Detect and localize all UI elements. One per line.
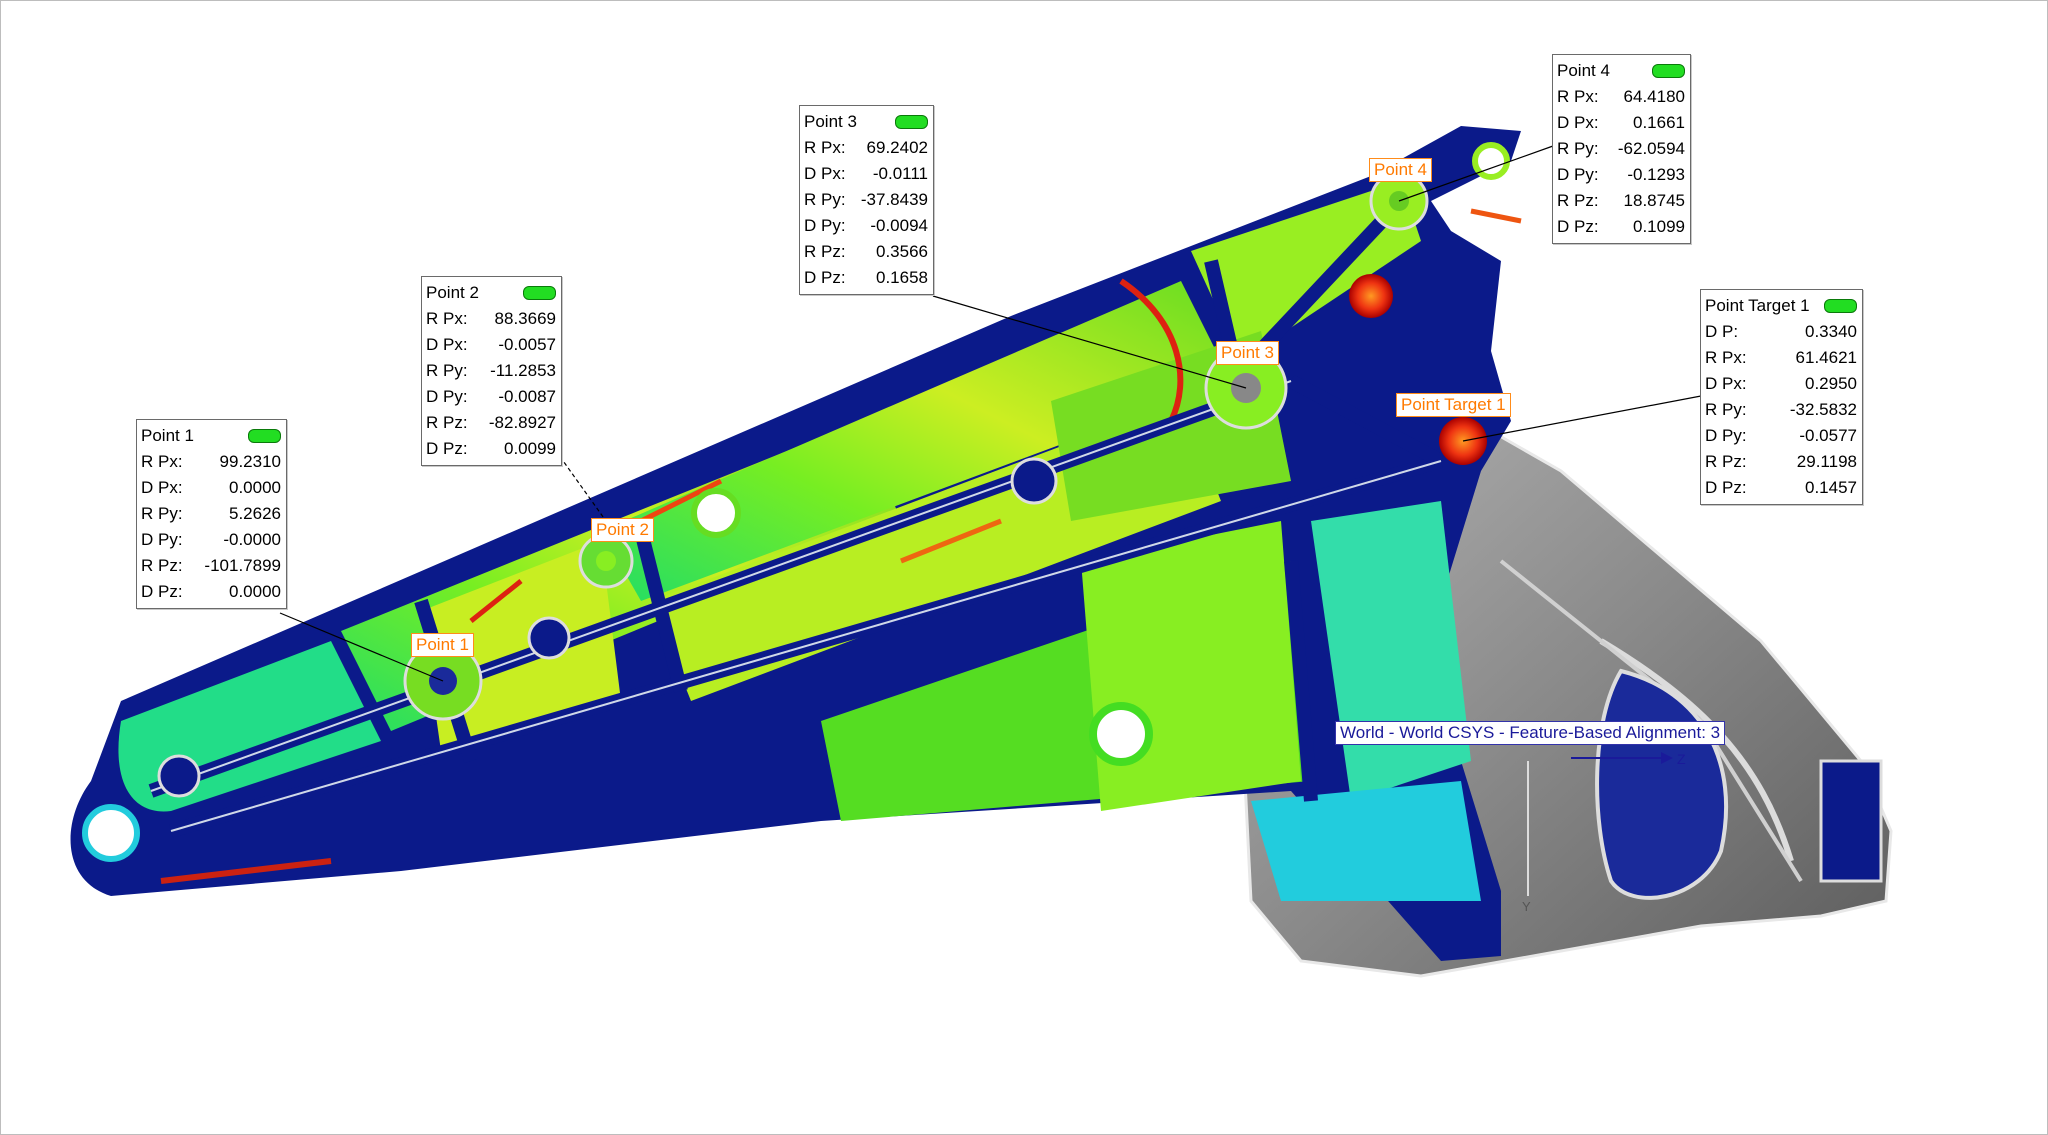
callout-title: Point 3	[804, 112, 857, 131]
callout-point-1[interactable]: Point 1 R Px: 99.2310 D Px: 0.0000 R Py: 5.…	[136, 419, 287, 609]
row-value: 0.3566	[876, 242, 928, 261]
row-label: R Py:	[1557, 139, 1599, 158]
color-map-part[interactable]: Z Y	[1, 1, 2047, 1134]
callout-point-4[interactable]: Point 4 R Px: 64.4180 D Px: 0.1661 R Py: -6…	[1552, 54, 1691, 244]
row-label: D Pz:	[1557, 217, 1599, 236]
csys-label[interactable]: World - World CSYS - Feature-Based Align…	[1335, 721, 1726, 745]
row-label: D Pz:	[426, 439, 468, 458]
point-label-2[interactable]: Point 2	[591, 518, 654, 542]
3d-viewport[interactable]: Z Y Point 1 R Px: 99.2310 D Px: 0.0000 R P…	[0, 0, 2048, 1135]
row-value: 0.1661	[1633, 113, 1685, 132]
row-label: D Px:	[141, 478, 183, 497]
callout-point-3[interactable]: Point 3 R Px: 69.2402 D Px: -0.0111 R Py: -…	[799, 105, 934, 295]
row-value: 0.2950	[1805, 374, 1857, 393]
row-label: R Px:	[1557, 87, 1599, 106]
row-label: R Px:	[426, 309, 468, 328]
row-value: -82.8927	[488, 413, 556, 432]
row-value: 29.1198	[1796, 452, 1857, 471]
callout-point-target-1[interactable]: Point Target 1 D P: 0.3340 R Px: 61.4621 D…	[1700, 289, 1863, 505]
point-label-4[interactable]: Point 4	[1369, 158, 1432, 182]
row-label: R Pz:	[1557, 191, 1599, 210]
point-label-3[interactable]: Point 3	[1216, 341, 1279, 365]
row-label: D Py:	[1557, 165, 1599, 184]
row-value: 0.1658	[876, 268, 928, 287]
row-value: 88.3669	[494, 309, 556, 328]
row-value: 0.0000	[229, 582, 281, 601]
callout-title: Point 2	[426, 283, 479, 302]
callout-title: Point 4	[1557, 61, 1610, 80]
point-label-target-1[interactable]: Point Target 1	[1396, 393, 1511, 417]
row-value: 0.1099	[1633, 217, 1685, 236]
row-label: D Px:	[1705, 374, 1747, 393]
row-value: -11.2853	[490, 361, 556, 380]
row-label: R Px:	[141, 452, 183, 471]
row-value: -62.0594	[1617, 139, 1685, 158]
status-indicator	[1824, 299, 1857, 313]
row-label: D Px:	[426, 335, 468, 354]
row-value: 99.2310	[219, 452, 281, 471]
row-value: 64.4180	[1623, 87, 1685, 106]
axis-label-y: Y	[1522, 899, 1531, 914]
row-label: D Py:	[1705, 426, 1747, 445]
row-value: 61.4621	[1795, 348, 1857, 367]
row-value: -32.5832	[1789, 400, 1857, 419]
row-value: -0.0087	[498, 387, 556, 406]
hole-left-end	[82, 804, 140, 862]
callout-title: Point 1	[141, 426, 194, 445]
row-value: 0.0000	[229, 478, 281, 497]
row-value: -0.0111	[872, 164, 928, 183]
status-indicator	[895, 115, 928, 129]
row-value: 5.2626	[229, 504, 281, 523]
row-label: R Pz:	[426, 413, 468, 432]
row-label: D Px:	[804, 164, 846, 183]
row-value: -0.0577	[1799, 426, 1857, 445]
row-value: 18.8745	[1623, 191, 1685, 210]
row-label: R Py:	[1705, 400, 1747, 419]
row-label: D Py:	[804, 216, 846, 235]
status-indicator	[523, 286, 556, 300]
row-value: -0.0094	[870, 216, 928, 235]
row-value: -0.1293	[1627, 165, 1685, 184]
point-label-1[interactable]: Point 1	[411, 633, 474, 657]
row-label: D Pz:	[1705, 478, 1747, 497]
row-label: D Py:	[141, 530, 183, 549]
row-label: R Py:	[141, 504, 183, 523]
row-label: R Py:	[426, 361, 468, 380]
callout-title: Point Target 1	[1705, 296, 1810, 315]
row-value: 0.1457	[1805, 478, 1857, 497]
row-value: -101.7899	[204, 556, 281, 575]
row-label: R Px:	[804, 138, 846, 157]
row-label: R Pz:	[1705, 452, 1747, 471]
status-indicator	[1652, 64, 1685, 78]
row-value: 0.0099	[504, 439, 556, 458]
row-value: -0.0000	[223, 530, 281, 549]
row-label: D Px:	[1557, 113, 1599, 132]
row-label: R Pz:	[141, 556, 183, 575]
row-label: R Pz:	[804, 242, 846, 261]
row-value: -0.0057	[498, 335, 556, 354]
row-label: R Py:	[804, 190, 846, 209]
status-indicator	[248, 429, 281, 443]
row-label: D Pz:	[804, 268, 846, 287]
callout-point-2[interactable]: Point 2 R Px: 88.3669 D Px: -0.0057 R Py: -…	[421, 276, 562, 466]
axis-label-z: Z	[1677, 751, 1686, 767]
row-value: -37.8439	[860, 190, 928, 209]
row-label: D Py:	[426, 387, 468, 406]
row-value: 0.3340	[1805, 322, 1857, 341]
row-label: R Px:	[1705, 348, 1747, 367]
row-value: 69.2402	[866, 138, 928, 157]
row-label: D Pz:	[141, 582, 183, 601]
row-label: D P:	[1705, 322, 1739, 341]
